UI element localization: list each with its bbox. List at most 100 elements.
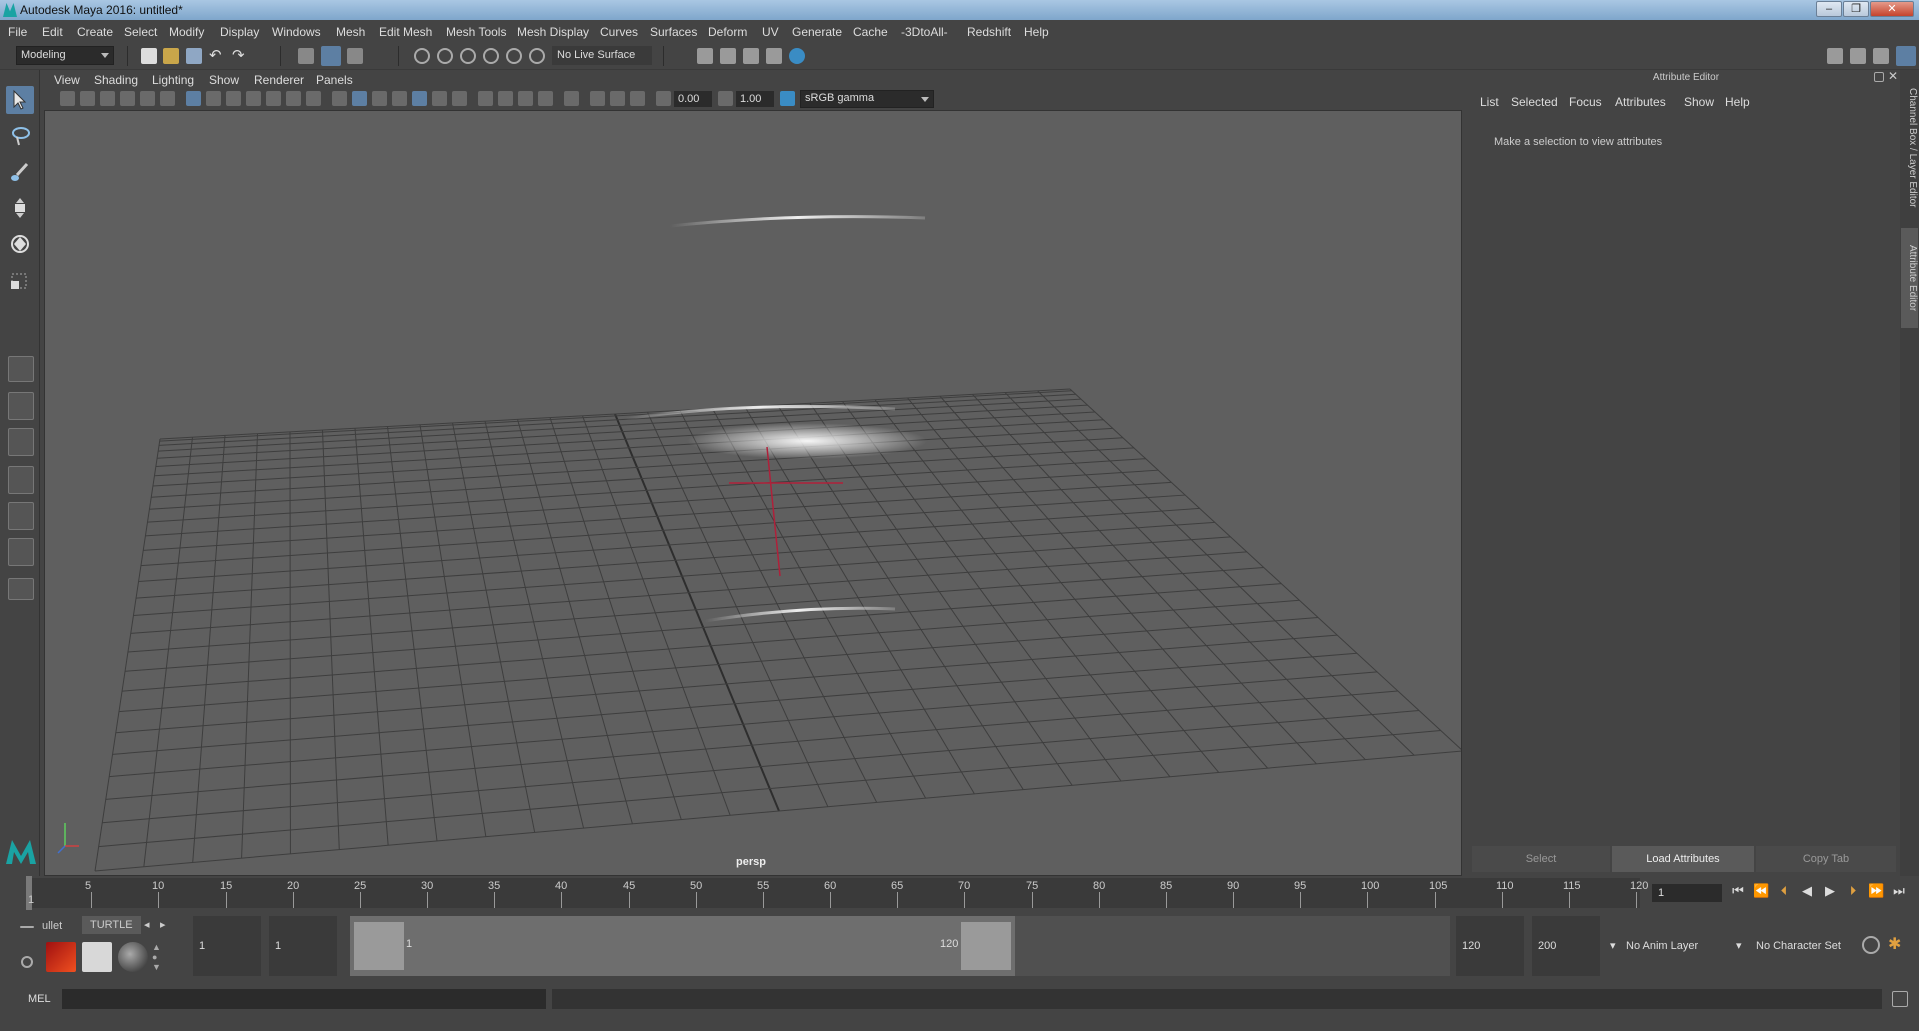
- go-to-end-icon[interactable]: ⏭: [1891, 883, 1907, 899]
- persp-outliner-layout-button[interactable]: [8, 428, 34, 456]
- playback-end-field[interactable]: 120: [1456, 916, 1524, 976]
- float-panel-icon[interactable]: [1874, 72, 1884, 82]
- viewport-3d[interactable]: persp: [44, 110, 1462, 876]
- script-editor-icon[interactable]: [1892, 991, 1908, 1007]
- menu-deform[interactable]: Deform: [708, 25, 747, 39]
- minimize-button[interactable]: –: [1816, 1, 1842, 17]
- hypershade-icon[interactable]: [789, 48, 805, 64]
- fire-effect-icon[interactable]: [46, 942, 76, 972]
- animation-end-field[interactable]: 200: [1532, 916, 1600, 976]
- menu-curves[interactable]: Curves: [600, 25, 638, 39]
- modeling-toolkit-icon[interactable]: [1827, 48, 1843, 64]
- menu-edit[interactable]: Edit: [42, 25, 63, 39]
- close-icon[interactable]: ✕: [1888, 70, 1900, 82]
- color-management-icon[interactable]: [780, 91, 795, 106]
- safe-title-icon[interactable]: [306, 91, 321, 106]
- menu-redshift[interactable]: Redshift: [967, 25, 1011, 39]
- animation-start-field[interactable]: 1: [193, 916, 261, 976]
- select-by-hierarchy-icon[interactable]: [298, 48, 314, 64]
- menu-mesh[interactable]: Mesh: [336, 25, 365, 39]
- panel-menu-renderer[interactable]: Renderer: [254, 73, 304, 87]
- select-tool-button[interactable]: [6, 86, 34, 114]
- resolution-gate-icon[interactable]: [226, 91, 241, 106]
- gate-mask-icon[interactable]: [246, 91, 261, 106]
- menu-3dtoall[interactable]: -3DtoAll-: [901, 25, 948, 39]
- menu-uv[interactable]: UV: [762, 25, 779, 39]
- go-to-start-icon[interactable]: ⏮: [1730, 883, 1746, 899]
- default-material-icon[interactable]: [372, 91, 387, 106]
- menu-select[interactable]: Select: [124, 25, 157, 39]
- save-scene-icon[interactable]: [186, 48, 202, 64]
- tab-channel-box-layer-editor[interactable]: Channel Box / Layer Editor: [1901, 78, 1918, 218]
- menu-generate[interactable]: Generate: [792, 25, 842, 39]
- range-slider-bar[interactable]: 1 120: [350, 916, 1450, 976]
- motion-blur-icon[interactable]: [498, 91, 513, 106]
- channel-box-toggle-icon[interactable]: [1896, 46, 1916, 66]
- anim-layer-dropdown[interactable]: ▾ No Anim Layer: [1606, 916, 1726, 976]
- tab-attribute-editor[interactable]: Attribute Editor: [1901, 228, 1918, 328]
- menu-file[interactable]: File: [8, 25, 27, 39]
- menu-windows[interactable]: Windows: [272, 25, 321, 39]
- menu-create[interactable]: Create: [77, 25, 113, 39]
- xray-active-components-icon[interactable]: [610, 91, 625, 106]
- render-view-icon[interactable]: [766, 48, 782, 64]
- snap-to-view-plane-icon[interactable]: [483, 48, 499, 64]
- snap-to-grid-icon[interactable]: [414, 48, 430, 64]
- xray-icon[interactable]: [590, 91, 605, 106]
- menu-mesh-tools[interactable]: Mesh Tools: [446, 25, 506, 39]
- shadows-icon[interactable]: [452, 91, 467, 106]
- four-view-layout-button[interactable]: [8, 392, 34, 420]
- wireframe-icon[interactable]: [332, 91, 347, 106]
- maximize-button[interactable]: ❐: [1843, 1, 1869, 17]
- time-slider-track[interactable]: 1 5 10 15 20 25 30 35 40 45 50 55 60 65 70 75 80 85 90 95 1…: [26, 876, 1648, 910]
- grease-pencil-icon[interactable]: [160, 91, 175, 106]
- tool-settings-icon[interactable]: [1873, 48, 1889, 64]
- view-transform-dropdown[interactable]: sRGB gamma: [800, 90, 934, 108]
- sphere-icon[interactable]: [118, 942, 148, 972]
- xray-joints-icon[interactable]: [630, 91, 645, 106]
- film-gate-icon[interactable]: [206, 91, 221, 106]
- step-forward-frame-icon[interactable]: ⏩: [1868, 883, 1884, 899]
- paint-select-tool-button[interactable]: [6, 158, 34, 186]
- hypershade-layout-button[interactable]: [8, 502, 34, 530]
- command-input[interactable]: [62, 989, 546, 1009]
- current-frame-field[interactable]: 1: [1652, 884, 1722, 902]
- shelf-tab-bullet[interactable]: ullet: [42, 920, 62, 932]
- move-tool-button[interactable]: [6, 194, 34, 222]
- menu-cache[interactable]: Cache: [853, 25, 888, 39]
- select-camera-icon[interactable]: [60, 91, 75, 106]
- lasso-tool-button[interactable]: [6, 122, 34, 150]
- ae-menu-show[interactable]: Show: [1684, 95, 1714, 109]
- play-forwards-icon[interactable]: ▶: [1822, 883, 1838, 899]
- menu-mesh-display[interactable]: Mesh Display: [517, 25, 589, 39]
- panel-menu-panels[interactable]: Panels: [316, 73, 353, 87]
- redo-icon[interactable]: ↷: [232, 48, 248, 64]
- ae-menu-focus[interactable]: Focus: [1569, 95, 1602, 109]
- textured-icon[interactable]: [412, 91, 427, 106]
- isolate-select-icon[interactable]: [564, 91, 579, 106]
- snap-to-curve-icon[interactable]: [437, 48, 453, 64]
- more-layouts-button[interactable]: [8, 578, 34, 600]
- field-chart-icon[interactable]: [266, 91, 281, 106]
- render-current-frame-icon[interactable]: [720, 48, 736, 64]
- bookmarks-icon[interactable]: [100, 91, 115, 106]
- wireframe-on-shaded-icon[interactable]: [392, 91, 407, 106]
- snap-to-vertex-icon[interactable]: [529, 48, 545, 64]
- copy-tab-button[interactable]: Copy Tab: [1756, 846, 1896, 872]
- panel-menu-view[interactable]: View: [54, 73, 80, 87]
- ipr-render-icon[interactable]: [743, 48, 759, 64]
- step-back-frame-icon[interactable]: ⏪: [1753, 883, 1769, 899]
- smooth-shade-icon[interactable]: [352, 91, 367, 106]
- exposure-field[interactable]: 0.00: [674, 91, 712, 107]
- multisample-aa-icon[interactable]: [518, 91, 533, 106]
- auto-key-icon[interactable]: [1862, 936, 1880, 954]
- camera-attributes-icon[interactable]: [80, 91, 95, 106]
- shader-ball-icon[interactable]: [82, 942, 112, 972]
- ae-menu-attributes[interactable]: Attributes: [1615, 95, 1666, 109]
- menuset-dropdown[interactable]: Modeling: [16, 46, 114, 65]
- snap-to-point-icon[interactable]: [460, 48, 476, 64]
- screen-space-ao-icon[interactable]: [478, 91, 493, 106]
- outliner-icon[interactable]: [1850, 48, 1866, 64]
- panel-menu-lighting[interactable]: Lighting: [152, 73, 194, 87]
- undo-icon[interactable]: ↶: [209, 48, 225, 64]
